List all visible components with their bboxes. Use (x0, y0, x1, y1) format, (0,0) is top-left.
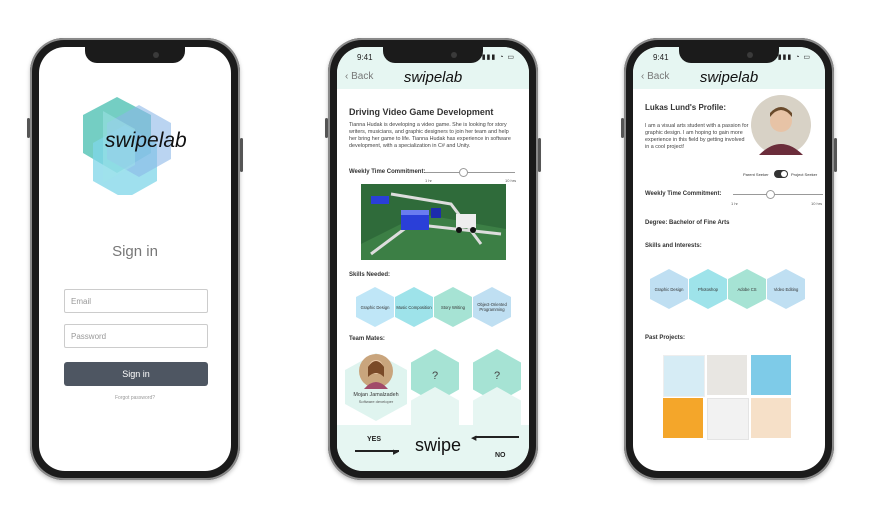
power-button (240, 138, 243, 172)
arrow-left-icon (475, 436, 519, 438)
arrow-right-head-icon: ▶ (393, 449, 399, 456)
phone-signin: swipelab Sign in Email Password Sign in … (27, 38, 243, 480)
power-button (538, 138, 541, 172)
commitment-slider[interactable] (425, 172, 515, 173)
project-thumbnail[interactable] (707, 398, 749, 440)
profile-photo (751, 95, 811, 155)
project-thumbnail[interactable] (751, 355, 791, 395)
skill-badge: Adobe CS (728, 269, 766, 309)
back-button[interactable]: ‹ Back (641, 71, 669, 82)
email-field[interactable]: Email (64, 289, 208, 313)
password-field[interactable]: Password (64, 324, 208, 348)
slider-knob[interactable] (766, 190, 775, 199)
project-thumbnail[interactable] (663, 355, 705, 397)
skill-badge: Object-Oriented Programming (473, 287, 511, 327)
slider-max: 10 hrs (811, 201, 823, 206)
app-logo: swipelab (403, 69, 463, 86)
skill-badge: Photoshop (689, 269, 727, 309)
project-thumbnail[interactable] (707, 355, 747, 395)
app-logo: swipelab (699, 69, 759, 86)
signin-title: Sign in (112, 243, 158, 260)
swipe-label: swipe (415, 435, 462, 455)
past-projects-label: Past Projects: (645, 335, 686, 341)
no-button[interactable]: NO (495, 452, 506, 459)
toggle-left-label: Parent Seeker (743, 172, 769, 177)
project-thumbnail[interactable] (663, 398, 703, 438)
signal-wifi-battery-icon: ▮▮▮ ◔ ▭ (777, 54, 811, 61)
project-thumbnail[interactable] (751, 398, 791, 438)
notch (679, 47, 779, 63)
team-mates-label: Team Mates: (349, 336, 385, 342)
screen: 9:41 ▮▮▮ ◔ ▭ ‹ Back swipelab Lukas Lund'… (633, 47, 825, 471)
status-time: 9:41 (357, 53, 373, 62)
teammate-name: Mojan Jamalzadeh (353, 392, 399, 398)
screen: swipelab Sign in Email Password Sign in … (39, 47, 231, 471)
arrow-left-head-icon: ◀ (471, 435, 477, 442)
signal-wifi-battery-icon: ▮▮▮ ◔ ▭ (481, 54, 515, 61)
degree-label: Degree: Bachelor of Fine Arts (645, 220, 730, 226)
slider-max: 10 hrs (505, 178, 517, 183)
back-button[interactable]: ‹ Back (345, 71, 373, 82)
profile-bio: I am a visual arts student with a passio… (645, 123, 749, 150)
volume-button (325, 118, 328, 138)
signin-button[interactable]: Sign in (64, 362, 208, 386)
project-title: Driving Video Game Development (349, 107, 494, 117)
notch (383, 47, 483, 63)
slider-knob[interactable] (459, 168, 468, 177)
commitment-slider[interactable] (733, 194, 823, 195)
profile-title: Lukas Lund's Profile: (645, 103, 727, 112)
volume-button (621, 118, 624, 138)
phone-project: 9:41 ▮▮▮ ◔ ▭ ‹ Back swipelab Driving Vid… (325, 38, 541, 480)
notch (85, 47, 185, 63)
slider-min: 1 hr (425, 178, 432, 183)
screen: 9:41 ▮▮▮ ◔ ▭ ‹ Back swipelab Driving Vid… (337, 47, 529, 471)
avatar (359, 354, 393, 389)
game-screenshot (361, 184, 506, 260)
project-description: Tianna Hudak is developing a video game.… (349, 122, 511, 149)
forgot-password-link[interactable]: Forgot password? (39, 395, 231, 401)
skill-badge: Graphic Design (650, 269, 688, 309)
slider-min: 1 hr (731, 201, 738, 206)
skill-badge: Graphic Design (356, 287, 394, 327)
skill-badge: Music Composition (395, 287, 433, 327)
power-button (834, 138, 837, 172)
teammate-role: Software developer (358, 399, 394, 404)
weekly-commitment-label: Weekly Time Commitment: (349, 169, 426, 175)
phone-profile: 9:41 ▮▮▮ ◔ ▭ ‹ Back swipelab Lukas Lund'… (621, 38, 837, 480)
logo-text: swipelab (105, 129, 187, 152)
toggle-right-label: Project Seeker (791, 172, 818, 177)
seeker-toggle[interactable] (774, 170, 788, 178)
weekly-commitment-label: Weekly Time Commitment: (645, 191, 722, 197)
yes-button[interactable]: YES (367, 436, 381, 443)
volume-button (27, 118, 30, 138)
status-time: 9:41 (653, 53, 669, 62)
skills-needed-label: Skills Needed: (349, 272, 391, 278)
skill-badge: Story Writing (434, 287, 472, 327)
skill-badge: Video Editing (767, 269, 805, 309)
skills-interests-label: Skills and Interests: (645, 243, 702, 249)
